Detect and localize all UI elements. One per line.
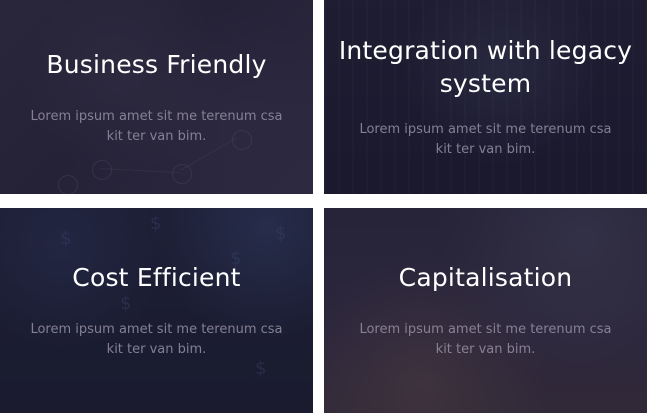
card-title: Business Friendly: [46, 49, 267, 79]
card-title: Capitalisation: [398, 263, 573, 292]
feature-card-integration: Integration with legacy system Lorem ips…: [324, 0, 647, 194]
card-content: Cost Efficient Lorem ipsum amet sit me t…: [0, 208, 313, 413]
card-description: Lorem ipsum amet sit me terenum csa kit …: [30, 322, 283, 357]
card-title: Cost Efficient: [72, 263, 241, 292]
card-description: Lorem ipsum amet sit me terenum csa kit …: [30, 108, 283, 144]
feature-card-capitalisation: Capitalisation Lorem ipsum amet sit me t…: [324, 208, 647, 413]
card-description: Lorem ipsum amet sit me terenum csa kit …: [359, 122, 612, 157]
card-content: Capitalisation Lorem ipsum amet sit me t…: [324, 208, 647, 413]
card-title: Integration with legacy system: [338, 36, 633, 98]
feature-card-business-friendly: Business Friendly Lorem ipsum amet sit m…: [0, 0, 313, 194]
card-description: Lorem ipsum amet sit me terenum csa kit …: [359, 322, 612, 357]
card-content: Integration with legacy system Lorem ips…: [324, 0, 647, 194]
feature-card-cost-efficient: $ $ $ $ $ $ Cost Efficient Lorem ipsum a…: [0, 208, 313, 413]
card-content: Business Friendly Lorem ipsum amet sit m…: [0, 0, 313, 194]
